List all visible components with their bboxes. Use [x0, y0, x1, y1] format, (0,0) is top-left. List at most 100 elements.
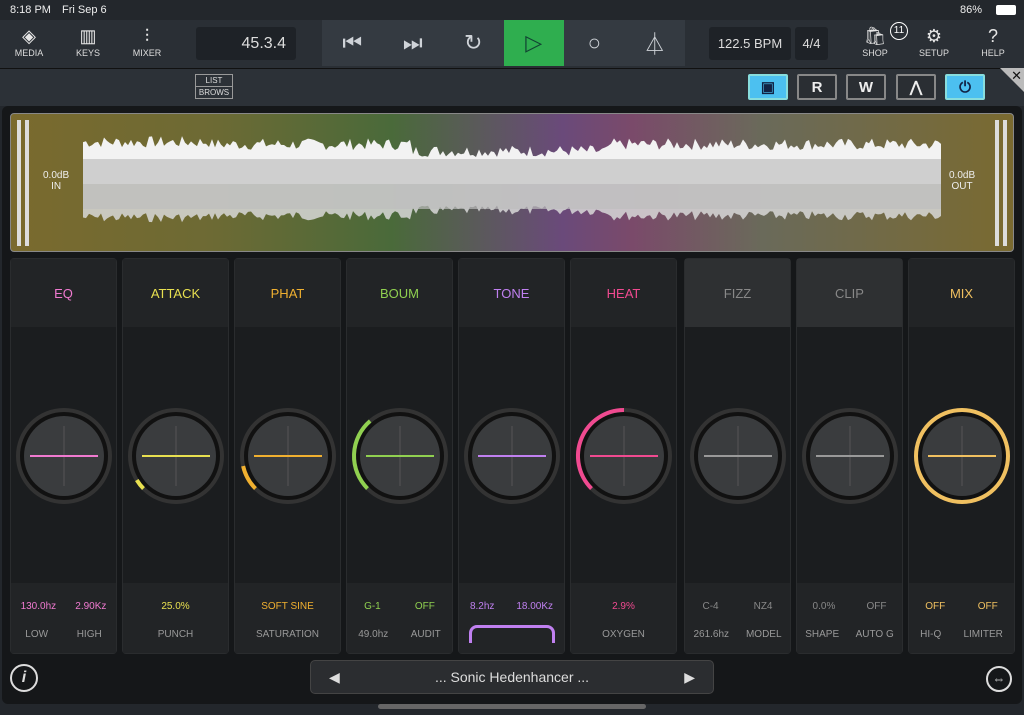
- module-heat: HEAT 2.9% OXYGEN: [570, 258, 677, 654]
- module-title[interactable]: TONE: [459, 259, 564, 327]
- status-bar: 8:18 PM Fri Sep 6 86%: [0, 0, 1024, 20]
- knob[interactable]: [235, 399, 342, 519]
- list-browse-button[interactable]: LIST BROWS: [195, 74, 233, 99]
- module-title[interactable]: FIZZ: [685, 259, 790, 327]
- module-value[interactable]: G-1: [364, 601, 381, 612]
- module-footer: [685, 583, 790, 653]
- knob[interactable]: [459, 399, 566, 519]
- media-icon: ◈: [22, 26, 36, 46]
- input-value: 0.0dB: [43, 170, 70, 181]
- tempo-display[interactable]: 122.5 BPM: [709, 27, 791, 60]
- module-value[interactable]: OFF: [925, 601, 945, 612]
- module-title[interactable]: BOUM: [347, 259, 452, 327]
- mixer-button[interactable]: ⫶ MIXER: [122, 24, 172, 58]
- module-label: AUDIT: [410, 629, 441, 640]
- module-value[interactable]: C-4: [702, 601, 718, 612]
- module-value[interactable]: 2.90Kz: [75, 601, 106, 612]
- help-icon: ?: [987, 26, 998, 46]
- knob[interactable]: [909, 399, 1016, 519]
- fullscreen-button[interactable]: ▣: [748, 74, 788, 100]
- module-label: AUTO G: [855, 629, 894, 640]
- play-icon: ▷: [525, 30, 543, 55]
- help-button[interactable]: ? HELP: [968, 24, 1018, 58]
- module-mix: MIX OFF OFF HI-Q LIMITER: [908, 258, 1015, 654]
- module-value[interactable]: 2.9%: [612, 601, 635, 612]
- loop-button[interactable]: ↻: [443, 20, 504, 66]
- info-button[interactable]: i: [10, 664, 38, 692]
- power-icon: ⏻: [959, 78, 971, 96]
- read-automation-button[interactable]: R: [797, 74, 837, 100]
- power-button[interactable]: ⏻: [945, 74, 985, 100]
- time-signature[interactable]: 4/4: [795, 27, 828, 60]
- module-label: PUNCH: [157, 629, 194, 640]
- preset-selector[interactable]: ◀ ... Sonic Hedenhancer ... ▶: [310, 660, 714, 694]
- knob[interactable]: [123, 399, 230, 519]
- waveform: [83, 136, 941, 223]
- module-label: HIGH: [76, 629, 102, 640]
- knob[interactable]: [685, 399, 792, 519]
- knob[interactable]: [347, 399, 454, 519]
- skip-back-button[interactable]: ⏮: [322, 20, 383, 66]
- output-meter: [995, 120, 999, 246]
- module-value[interactable]: NZ4: [754, 601, 773, 612]
- fullscreen-icon: ▣: [760, 79, 776, 96]
- module-value[interactable]: OFF: [978, 601, 998, 612]
- output-value: 0.0dB: [949, 170, 976, 181]
- tone-range-bracket[interactable]: [469, 625, 555, 643]
- module-footer: [797, 583, 902, 653]
- module-value[interactable]: SOFT SINE: [261, 601, 314, 612]
- output-level: 0.0dB OUT: [949, 170, 975, 192]
- module-footer: [909, 583, 1014, 653]
- module-title[interactable]: CLIP: [797, 259, 902, 327]
- play-button[interactable]: ▷: [503, 20, 564, 66]
- module-footer: [123, 583, 228, 653]
- input-label: IN: [51, 181, 62, 192]
- prev-preset-button[interactable]: ◀: [329, 669, 340, 686]
- module-label: SHAPE: [805, 629, 840, 640]
- setup-button[interactable]: ⚙ SETUP: [909, 24, 959, 58]
- module-label: MODEL: [745, 629, 782, 640]
- loop-icon: ↻: [464, 30, 483, 55]
- transport-bar: ⏮ ⏭ ↻ ▷ ○ ⏃: [322, 20, 685, 66]
- help-label: HELP: [981, 48, 1005, 58]
- module-footer: [11, 583, 116, 653]
- position-display[interactable]: 45.3.4: [196, 27, 296, 60]
- knob[interactable]: [797, 399, 904, 519]
- module-title[interactable]: MIX: [909, 259, 1014, 327]
- keys-button[interactable]: ▥ KEYS: [63, 24, 113, 58]
- module-value[interactable]: OFF: [866, 601, 886, 612]
- module-value[interactable]: 130.0hz: [21, 601, 57, 612]
- home-indicator: [378, 704, 646, 709]
- module-label: SATURATION: [256, 629, 319, 640]
- module-label: LIMITER: [963, 629, 1003, 640]
- media-button[interactable]: ◈ MEDIA: [4, 24, 54, 58]
- browse-label: BROWS: [196, 86, 232, 98]
- module-title[interactable]: EQ: [11, 259, 116, 327]
- metronome-button[interactable]: ⏃: [625, 20, 686, 66]
- module-tone: TONE 8.2hz 18.00Kz: [458, 258, 565, 654]
- write-automation-button[interactable]: W: [846, 74, 886, 100]
- knob[interactable]: [11, 399, 118, 519]
- module-value[interactable]: 25.0%: [161, 601, 189, 612]
- next-preset-button[interactable]: ▶: [684, 669, 695, 686]
- module-title[interactable]: ATTACK: [123, 259, 228, 327]
- routing-icon: ⋀: [909, 79, 923, 96]
- module-title[interactable]: PHAT: [235, 259, 340, 327]
- module-value[interactable]: OFF: [415, 601, 435, 612]
- record-icon: ○: [587, 30, 601, 55]
- knob[interactable]: [571, 399, 678, 519]
- module-value[interactable]: 18.00Kz: [516, 601, 553, 612]
- expand-button[interactable]: ⇔: [986, 666, 1012, 692]
- date: Fri Sep 6: [62, 4, 107, 16]
- mixer-icon: ⫶: [144, 26, 150, 46]
- skip-forward-button[interactable]: ⏭: [383, 20, 444, 66]
- module-phat: PHAT SOFT SINE SATURATION: [234, 258, 341, 654]
- module-value[interactable]: 8.2hz: [470, 601, 494, 612]
- module-value[interactable]: 0.0%: [813, 601, 836, 612]
- routing-button[interactable]: ⋀: [896, 74, 936, 100]
- info-icon: i: [21, 669, 27, 686]
- module-boum: BOUM G-1 OFF 49.0hz AUDIT: [346, 258, 453, 654]
- record-button[interactable]: ○: [564, 20, 625, 66]
- input-meter: [25, 120, 29, 246]
- module-title[interactable]: HEAT: [571, 259, 676, 327]
